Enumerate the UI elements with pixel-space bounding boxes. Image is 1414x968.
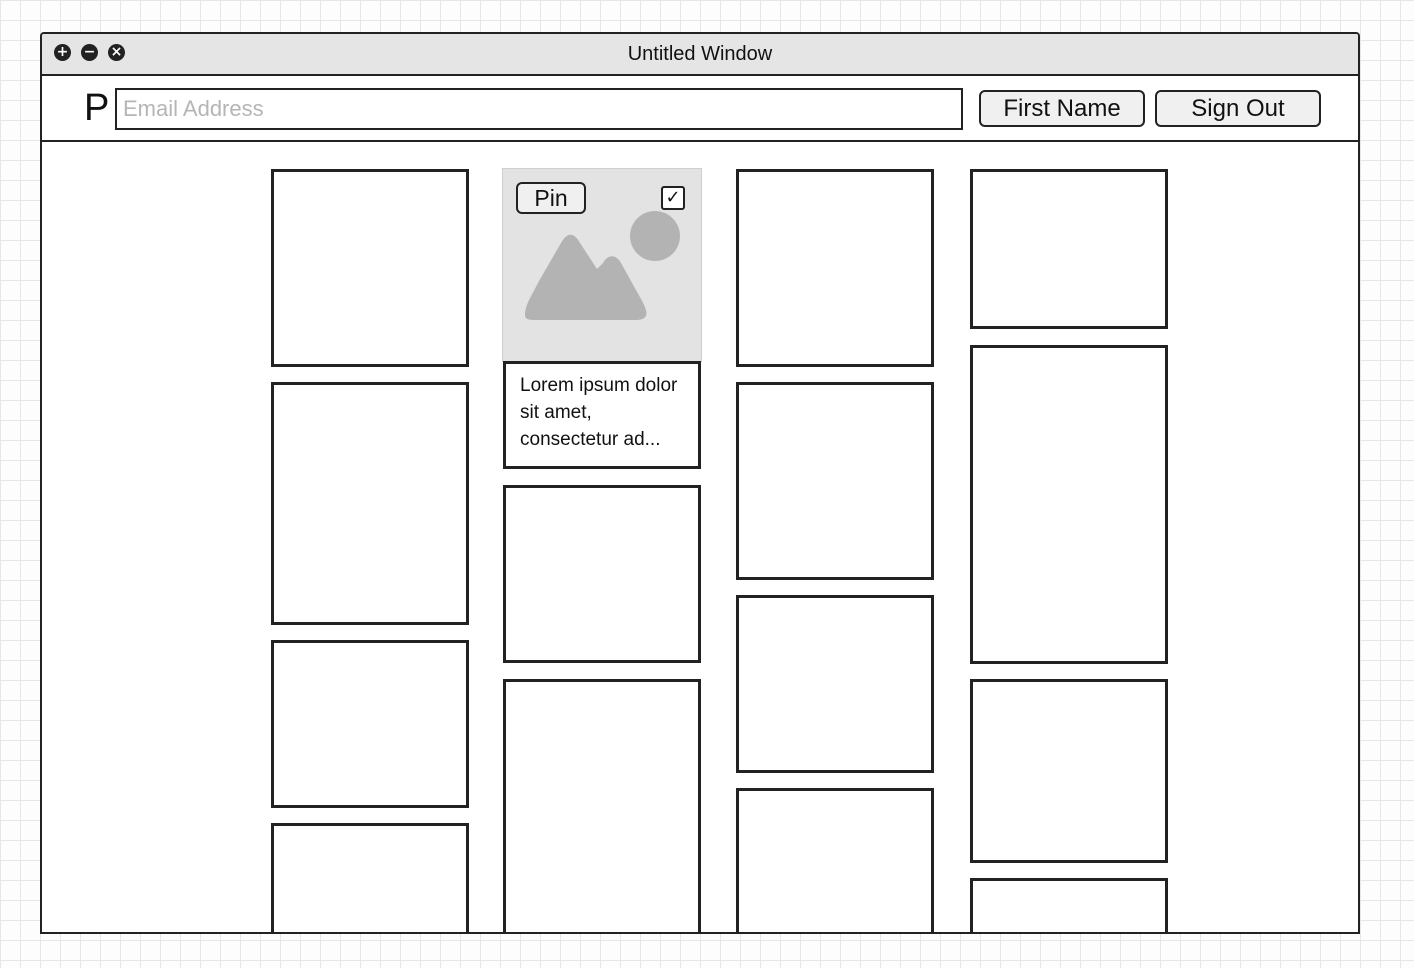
pin-image: Pin ✓ — [502, 168, 702, 362]
pin-grid: Pin ✓ Lorem ipsum dolor sit amet, consec… — [42, 142, 1358, 932]
pin-tile[interactable] — [736, 788, 934, 932]
pin-tile[interactable] — [736, 595, 934, 773]
title-bar: + − × Untitled Window — [42, 34, 1358, 76]
window-title: Untitled Window — [627, 43, 773, 65]
pin-button[interactable]: Pin — [516, 182, 586, 214]
pin-tile[interactable] — [271, 169, 469, 367]
app-window: + − × Untitled Window P First Name Sign … — [40, 32, 1360, 934]
top-toolbar: P First Name Sign Out — [42, 76, 1358, 142]
pin-caption: Lorem ipsum dolor sit amet, consectetur … — [503, 361, 701, 469]
sign-out-button[interactable]: Sign Out — [1155, 90, 1321, 127]
pin-tile[interactable] — [503, 679, 701, 932]
pin-tile[interactable] — [970, 878, 1168, 932]
logo: P — [84, 87, 110, 129]
pin-tile[interactable] — [970, 169, 1168, 329]
pin-tile[interactable] — [503, 485, 701, 663]
pin-tile[interactable] — [736, 169, 934, 367]
select-checkbox[interactable]: ✓ — [661, 186, 685, 210]
pin-tile[interactable] — [271, 640, 469, 808]
pin-tile[interactable] — [736, 382, 934, 580]
pin-tile[interactable] — [271, 382, 469, 625]
pin-tile[interactable] — [970, 679, 1168, 863]
search-input[interactable] — [115, 88, 963, 130]
pin-tile[interactable] — [271, 823, 469, 932]
pin-tile[interactable] — [970, 345, 1168, 664]
first-name-button[interactable]: First Name — [979, 90, 1145, 127]
